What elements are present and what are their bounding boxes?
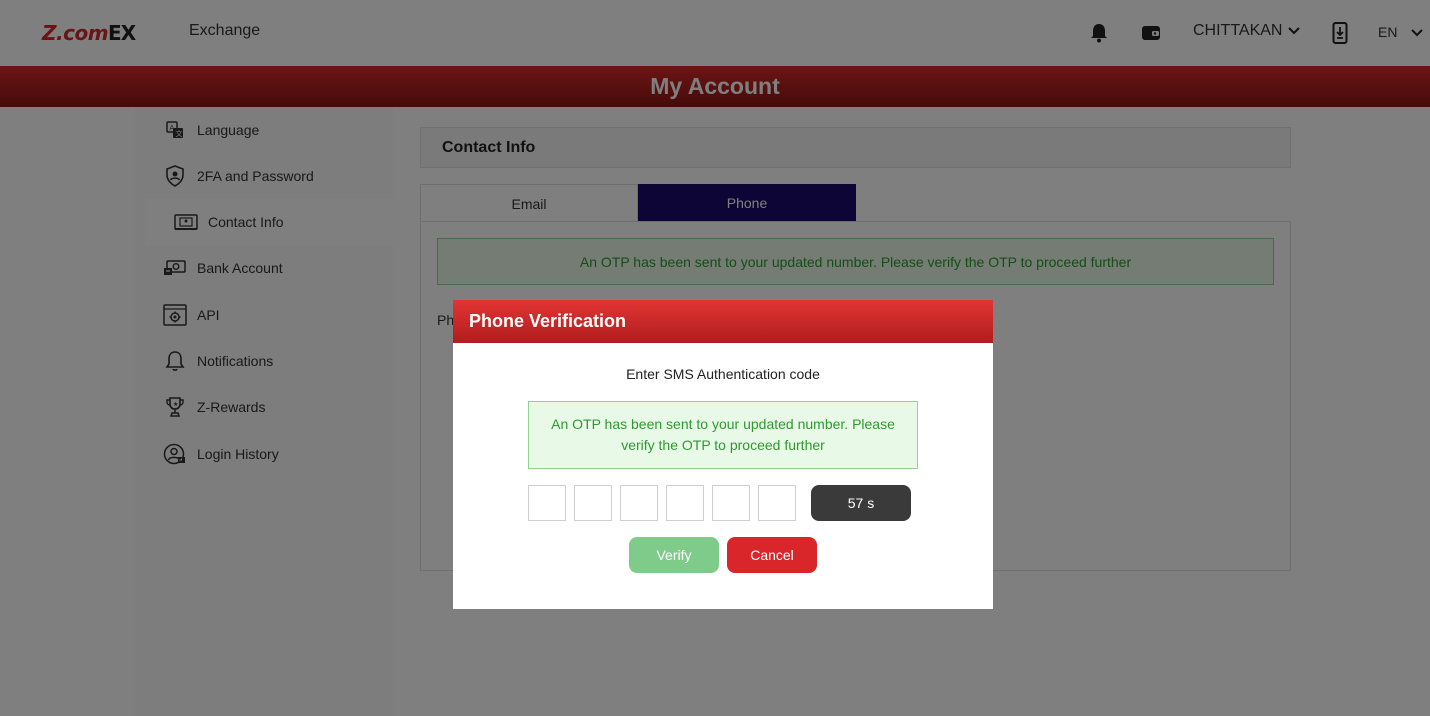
modal-title: Phone Verification xyxy=(469,311,627,331)
resend-timer: 57 s xyxy=(811,485,911,521)
phone-verification-modal: Phone Verification Enter SMS Authenticat… xyxy=(453,300,993,609)
otp-digit-5[interactable] xyxy=(712,485,750,521)
modal-otp-alert: An OTP has been sent to your updated num… xyxy=(528,401,918,469)
cancel-button[interactable]: Cancel xyxy=(727,537,817,573)
modal-header: Phone Verification xyxy=(453,300,993,343)
otp-digit-1[interactable] xyxy=(528,485,566,521)
otp-digit-6[interactable] xyxy=(758,485,796,521)
modal-subtitle: Enter SMS Authentication code xyxy=(626,366,820,382)
verify-button[interactable]: Verify xyxy=(629,537,719,573)
otp-digit-2[interactable] xyxy=(574,485,612,521)
otp-digit-3[interactable] xyxy=(620,485,658,521)
otp-digit-4[interactable] xyxy=(666,485,704,521)
